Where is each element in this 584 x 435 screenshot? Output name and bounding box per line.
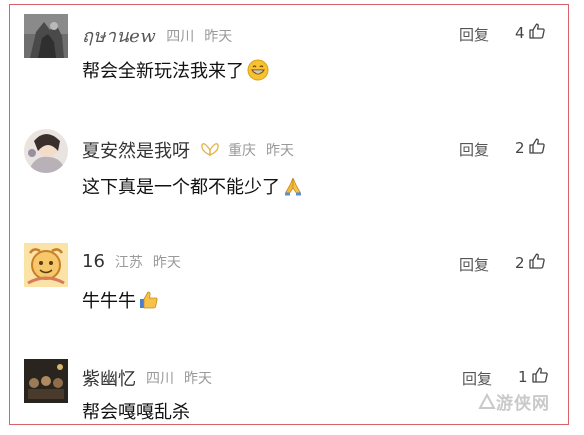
username[interactable]: ฤษานew [82, 21, 156, 50]
timestamp: 昨天 [184, 371, 212, 387]
site-watermark: 游侠网 [478, 389, 550, 414]
location-label: 江苏 [114, 254, 143, 271]
username[interactable]: 紫幽忆 [82, 365, 136, 391]
thumbs-up-outline-icon [528, 252, 546, 274]
like-button[interactable]: 2 [515, 252, 546, 274]
comment-meta: 紫幽忆 四川 昨天 [82, 365, 222, 391]
username[interactable]: 夏安然是我呀 [82, 137, 190, 163]
username[interactable]: 16 [82, 251, 105, 272]
location-label: 重庆 [228, 143, 256, 159]
avatar[interactable] [24, 359, 68, 403]
gamersky-logo-icon [478, 392, 496, 409]
like-button[interactable]: 1 [518, 366, 549, 388]
wings-badge-icon [200, 141, 220, 159]
comment-text-content: 牛牛牛 [82, 291, 136, 312]
thumbs-up-outline-icon [528, 22, 546, 44]
avatar[interactable] [24, 14, 68, 58]
avatar[interactable] [24, 243, 68, 287]
thumbs-up-icon [139, 290, 159, 310]
comment-text: 牛牛牛 [82, 287, 159, 313]
like-count: 1 [518, 368, 528, 386]
comment-meta: 夏安然是我呀 重庆 昨天 [82, 137, 304, 163]
avatar[interactable] [24, 129, 68, 173]
grinning-face-icon [247, 59, 269, 81]
comment-list: ฤษานew 四川 昨天 帮会全新玩法我来了 回复 4 夏安然是我呀 重庆 昨天… [9, 4, 569, 425]
reply-button[interactable]: 回复 [459, 24, 489, 45]
reply-button[interactable]: 回复 [462, 368, 492, 389]
watermark-text: 游侠网 [496, 394, 550, 414]
thumbs-up-outline-icon [528, 137, 546, 159]
location-label: 四川 [166, 28, 195, 45]
like-button[interactable]: 4 [515, 22, 546, 44]
comment-text: 这下真是一个都不能少了 [82, 173, 303, 199]
thumbs-up-outline-icon [531, 366, 549, 388]
timestamp: 昨天 [152, 254, 181, 271]
comment-text-content: 这下真是一个都不能少了 [82, 177, 280, 198]
like-count: 4 [515, 24, 525, 42]
comment-text: 帮会全新玩法我来了 [82, 57, 269, 83]
reply-button[interactable]: 回复 [459, 254, 489, 275]
folded-hands-icon [283, 176, 303, 196]
comment-meta: ฤษานew 四川 昨天 [82, 21, 242, 50]
comment-text-content: 帮会嘎嘎乱杀 [82, 402, 190, 423]
comment-meta: 16 江苏 昨天 [82, 251, 191, 272]
timestamp: 昨天 [266, 143, 294, 159]
like-button[interactable]: 2 [515, 137, 546, 159]
like-count: 2 [515, 254, 525, 272]
comment-text: 帮会嘎嘎乱杀 [82, 398, 190, 424]
reply-button[interactable]: 回复 [459, 139, 489, 160]
location-label: 四川 [146, 371, 174, 387]
like-count: 2 [515, 139, 525, 157]
comment-text-content: 帮会全新玩法我来了 [82, 61, 244, 82]
timestamp: 昨天 [204, 28, 233, 45]
